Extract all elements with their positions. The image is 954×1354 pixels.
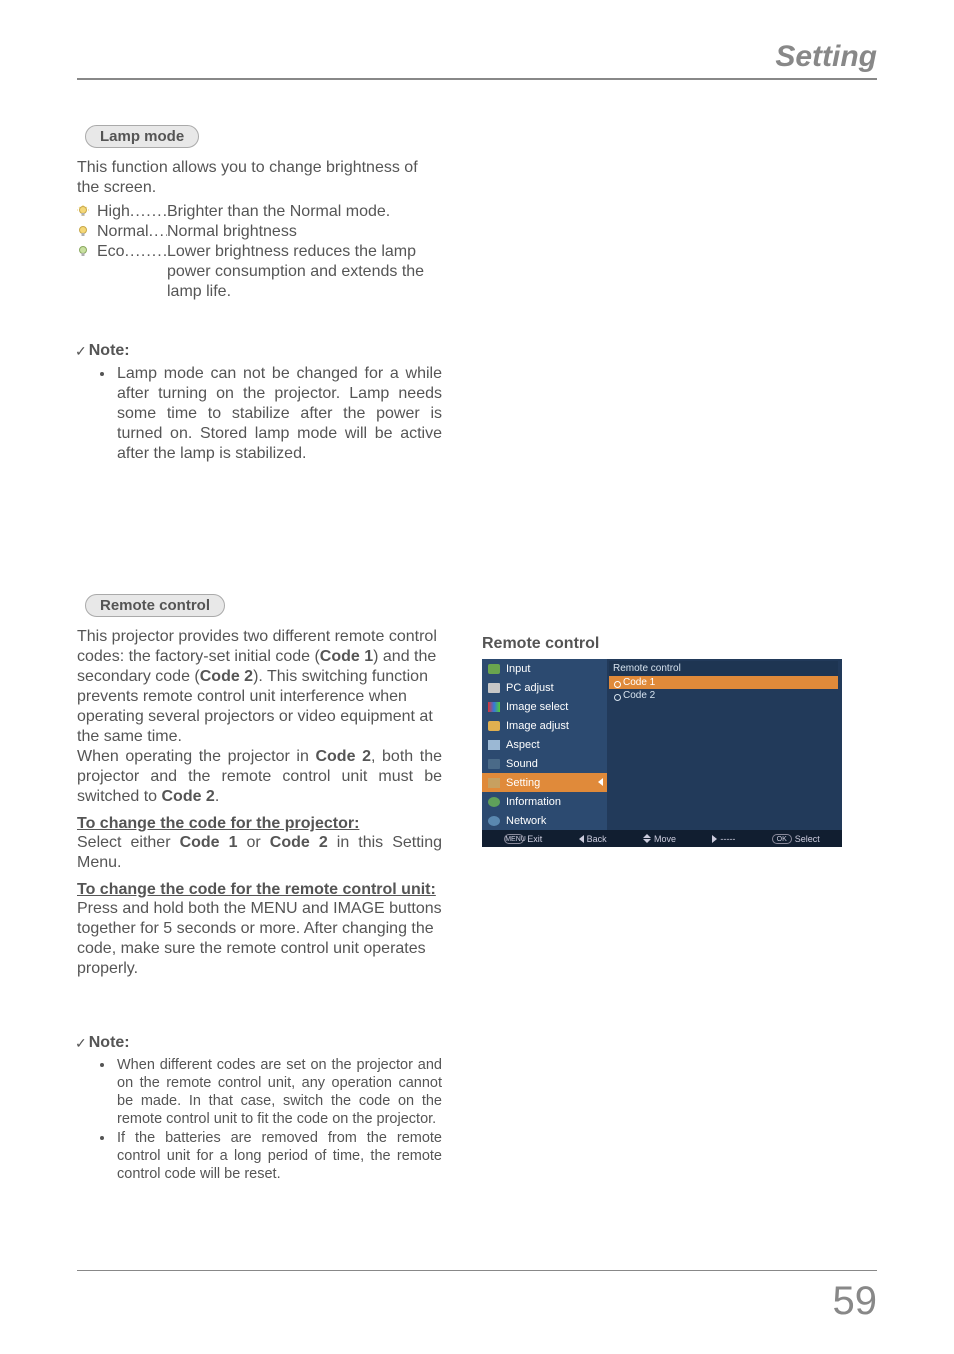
- osd-menu-setting: Setting: [482, 773, 607, 792]
- osd-menu-information: Information: [482, 792, 607, 811]
- content-area: Lamp mode This function allows you to ch…: [77, 125, 877, 1244]
- osd-screenshot: Input PC adjust Image select Image adjus…: [482, 659, 842, 847]
- osd-menu-sound: Sound: [482, 754, 607, 773]
- rc-note-item-2: If the batteries are removed from the re…: [115, 1129, 442, 1183]
- lamp-def-eco: Lower brightness reduces the lamp power …: [167, 242, 442, 302]
- check-icon: ✓: [75, 343, 87, 360]
- lamp-note-block: ✓Note: Lamp mode can not be changed for …: [77, 342, 442, 464]
- lamp-note-list: Lamp mode can not be changed for a while…: [115, 364, 442, 464]
- rc-note-label: Note:: [89, 1034, 130, 1052]
- osd-menu-image-adjust: Image adjust: [482, 716, 607, 735]
- check-icon: ✓: [75, 1035, 87, 1052]
- rc-para-2: When operating the projector in Code 2, …: [77, 747, 442, 807]
- image-adjust-icon: [488, 721, 500, 731]
- lamp-row-normal: Normal ...... Normal brightness: [97, 222, 442, 242]
- osd-menu-input: Input: [482, 659, 607, 678]
- rc-note-item-1: When different codes are set on the proj…: [115, 1056, 442, 1129]
- osd-option-code2: Code 2: [609, 689, 838, 702]
- osd-footer-exit: MENUExit: [504, 834, 542, 844]
- lamp-def-normal: Normal brightness: [167, 222, 442, 242]
- lamp-note-item: Lamp mode can not be changed for a while…: [115, 364, 442, 464]
- lamp-row-eco: Eco............ Lower brightness reduces…: [97, 242, 442, 302]
- osd-option-code1: Code 1: [609, 676, 838, 689]
- lamp-term-normal: Normal: [97, 222, 149, 242]
- rc-note-block: ✓Note: When different codes are set on t…: [77, 1034, 442, 1183]
- rc-note-list: When different codes are set on the proj…: [115, 1056, 442, 1183]
- aspect-icon: [488, 740, 500, 750]
- sound-icon: [488, 759, 500, 769]
- bulb-normal-icon: [77, 225, 89, 237]
- left-column: Lamp mode This function allows you to ch…: [77, 125, 442, 1244]
- osd-menu: Input PC adjust Image select Image adjus…: [482, 659, 607, 830]
- rc-heading-projector: To change the code for the projector:: [77, 815, 442, 833]
- rc-para-3: Select either Code 1 or Code 2 in this S…: [77, 833, 442, 873]
- osd-panel-title: Remote control: [609, 661, 838, 676]
- lamp-def-high: Brighter than the Normal mode.: [167, 202, 442, 222]
- network-icon: [488, 816, 500, 826]
- lamp-mode-pill: Lamp mode: [85, 125, 199, 148]
- footer-rule: [77, 1270, 877, 1271]
- osd-menu-image-select: Image select: [482, 697, 607, 716]
- osd-menu-aspect: Aspect: [482, 735, 607, 754]
- osd-footer-move: Move: [643, 834, 676, 844]
- lamp-mode-list: High........... Brighter than the Normal…: [97, 202, 442, 302]
- osd-footer-back: Back: [579, 834, 607, 844]
- lamp-row-high: High........... Brighter than the Normal…: [97, 202, 442, 222]
- rc-heading-unit: To change the code for the remote contro…: [77, 881, 442, 899]
- osd-footer-select: OKSelect: [772, 834, 820, 844]
- header-rule: [77, 78, 877, 80]
- page-number: 59: [833, 1279, 878, 1324]
- osd-caption: Remote control: [482, 635, 877, 653]
- osd-menu-network: Network: [482, 811, 607, 830]
- bulb-eco-icon: [77, 245, 89, 257]
- setting-icon: [488, 778, 500, 788]
- rc-para-4: Press and hold both the MENU and IMAGE b…: [77, 899, 442, 979]
- pc-adjust-icon: [488, 683, 500, 693]
- lamp-term-high: High: [97, 202, 130, 222]
- lamp-note-label: Note:: [89, 342, 130, 360]
- osd-menu-pc-adjust: PC adjust: [482, 678, 607, 697]
- image-select-icon: [488, 702, 500, 712]
- input-icon: [488, 664, 500, 674]
- information-icon: [488, 797, 500, 807]
- osd-footer: MENUExit Back Move ----- OKSelect: [482, 830, 842, 847]
- section-header: Setting: [775, 40, 877, 74]
- osd-panel: Remote control Code 1 Code 2: [607, 659, 842, 830]
- osd-footer-dash: -----: [712, 834, 735, 844]
- right-column: Remote control Input PC adjust Image sel…: [482, 125, 877, 1244]
- rc-para-1: This projector provides two different re…: [77, 627, 442, 747]
- lamp-mode-intro: This function allows you to change brigh…: [77, 158, 442, 198]
- bulb-high-icon: [77, 205, 89, 217]
- remote-control-pill: Remote control: [85, 594, 225, 617]
- lamp-term-eco: Eco: [97, 242, 125, 302]
